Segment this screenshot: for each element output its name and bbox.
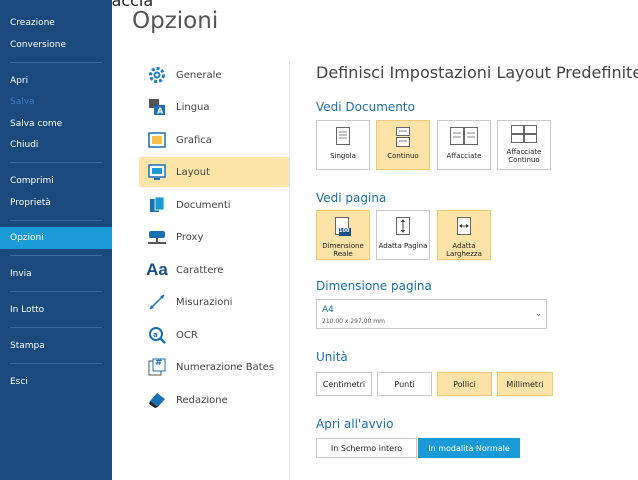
sidebar-item-in-lotto[interactable]: In Lotto: [0, 299, 112, 321]
fit-width-icon: [457, 217, 471, 239]
category-label: Documenti: [176, 199, 231, 211]
layout-icon: [147, 162, 167, 182]
svg-text:a: a: [153, 331, 158, 339]
sidebar-item-creazione[interactable]: Creazione: [0, 12, 112, 34]
sidebar-divider: [10, 220, 102, 221]
view-continuo-button[interactable]: Continuo: [376, 120, 430, 170]
category-label: Misurazioni: [176, 296, 233, 308]
facing-continuous-icon: [511, 125, 537, 147]
unit-pollici-button[interactable]: Pollici: [437, 372, 492, 396]
sidebar-item-esci[interactable]: Esci: [0, 371, 112, 393]
category-label: Proxy: [176, 231, 204, 243]
category-generale[interactable]: Generale: [139, 60, 289, 90]
tile-label: Adatta Larghezza: [446, 242, 482, 258]
font-icon: Aa: [146, 260, 168, 279]
tile-label: Continuo: [387, 152, 419, 160]
view-affacciate-button[interactable]: Affacciate: [437, 120, 491, 170]
page-adatta-larghezza-button[interactable]: Adatta Larghezza: [437, 210, 491, 260]
ruler-icon: [147, 292, 167, 312]
sidebar-item-salva-come[interactable]: Salva come: [0, 113, 112, 135]
category-label: Layout: [176, 166, 210, 178]
page-adatta-pagina-button[interactable]: Adatta Pagina: [376, 210, 430, 260]
section-title-unita: Unità: [316, 350, 348, 364]
bates-glyph: #: [155, 358, 163, 368]
category-documenti[interactable]: Documenti: [139, 190, 289, 220]
eraser-icon: [147, 390, 167, 410]
category-proxy[interactable]: Proxy: [139, 222, 289, 252]
actual-size-icon: 100: [333, 217, 353, 239]
panel-title: Definisci Impostazioni Layout Predefinit…: [316, 63, 638, 82]
gear-icon: [147, 65, 167, 85]
sidebar-item-apri[interactable]: Apri: [0, 70, 112, 92]
sidebar-item-proprieta[interactable]: Proprietà: [0, 192, 112, 214]
page-title: Opzioni: [132, 8, 219, 34]
category-label: Redazione: [176, 394, 228, 406]
category-layout[interactable]: Layout: [139, 157, 289, 187]
category-label: Numerazione Bates: [176, 361, 275, 373]
tile-label: Singola: [330, 152, 356, 160]
sidebar-item-comprimi[interactable]: Comprimi: [0, 170, 112, 192]
proxy-icon: [147, 227, 167, 247]
actual-size-badge: 100: [339, 228, 350, 234]
sidebar-divider: [10, 62, 102, 63]
unit-centimetri-button[interactable]: Centimetri: [316, 372, 372, 396]
graphics-icon: [147, 130, 167, 150]
category-grafica[interactable]: Grafica: [139, 125, 289, 155]
single-page-icon: [336, 127, 350, 149]
sidebar: Creazione Conversione Apri Salva Salva c…: [0, 0, 112, 480]
category-lingua[interactable]: A Lingua: [139, 92, 289, 122]
sidebar-item-conversione[interactable]: Conversione: [0, 34, 112, 56]
category-label: Carattere: [176, 264, 224, 276]
category-carattere[interactable]: Aa Carattere: [139, 255, 289, 285]
open-fullscreen-button[interactable]: In Schermo intero: [316, 438, 417, 458]
svg-text:A: A: [157, 107, 164, 116]
sidebar-item-opzioni[interactable]: Opzioni: [0, 227, 112, 249]
ocr-icon: a: [147, 325, 167, 345]
fit-page-icon: [396, 217, 410, 239]
page-size-dimensions: 210.00 x 297.00 mm: [322, 318, 385, 325]
documents-icon: [147, 195, 167, 215]
tile-label: Dimensione Reale: [322, 242, 364, 258]
section-title-vedi-pagina: Vedi pagina: [316, 191, 387, 205]
sidebar-divider: [10, 162, 102, 163]
unit-punti-button[interactable]: Punti: [377, 372, 432, 396]
sidebar-divider: [10, 291, 102, 292]
category-label: Lingua: [176, 101, 210, 113]
panel-divider: [289, 60, 290, 480]
continuous-page-icon: [396, 127, 410, 149]
view-singola-button[interactable]: Singola: [316, 120, 370, 170]
view-affacciate-continuo-button[interactable]: Affacciate Continuo: [497, 120, 551, 170]
category-label: Grafica: [176, 134, 212, 146]
sidebar-item-salva[interactable]: Salva: [0, 91, 112, 113]
tile-label: Affacciate Continuo: [506, 148, 542, 164]
open-normal-mode-button[interactable]: In modalità Normale: [418, 438, 520, 458]
sidebar-divider: [10, 327, 102, 328]
sidebar-divider: [10, 363, 102, 364]
category-ocr[interactable]: a OCR: [139, 320, 289, 350]
sidebar-item-stampa[interactable]: Stampa: [0, 335, 112, 357]
bates-icon: #: [147, 357, 167, 377]
page-size-dropdown[interactable]: A4 210.00 x 297.00 mm ⌄: [316, 299, 547, 329]
sidebar-item-chiudi[interactable]: Chiudi: [0, 134, 112, 156]
page-size-value: A4: [322, 305, 334, 315]
category-numerazione-bates[interactable]: # Numerazione Bates: [139, 352, 289, 382]
sidebar-item-invia[interactable]: Invia: [0, 263, 112, 285]
tile-label: Affacciate: [446, 152, 482, 160]
language-icon: A: [147, 97, 167, 117]
page-dimensione-reale-button[interactable]: 100 Dimensione Reale: [316, 210, 370, 260]
category-label: Generale: [176, 69, 222, 81]
category-label: OCR: [176, 329, 198, 341]
unit-millimetri-button[interactable]: Millimetri: [497, 372, 553, 396]
chevron-down-icon: ⌄: [535, 309, 542, 318]
section-title-apri-avvio: Apri all'avvio: [316, 417, 394, 431]
category-misurazioni[interactable]: Misurazioni: [139, 287, 289, 317]
sidebar-divider: [10, 255, 102, 256]
section-title-dimensione-pagina: Dimensione pagina: [316, 279, 432, 293]
facing-pages-icon: [450, 127, 478, 149]
category-redazione[interactable]: Redazione: [139, 385, 289, 415]
section-title-vedi-documento: Vedi Documento: [316, 100, 415, 114]
tile-label: Adatta Pagina: [378, 242, 428, 250]
